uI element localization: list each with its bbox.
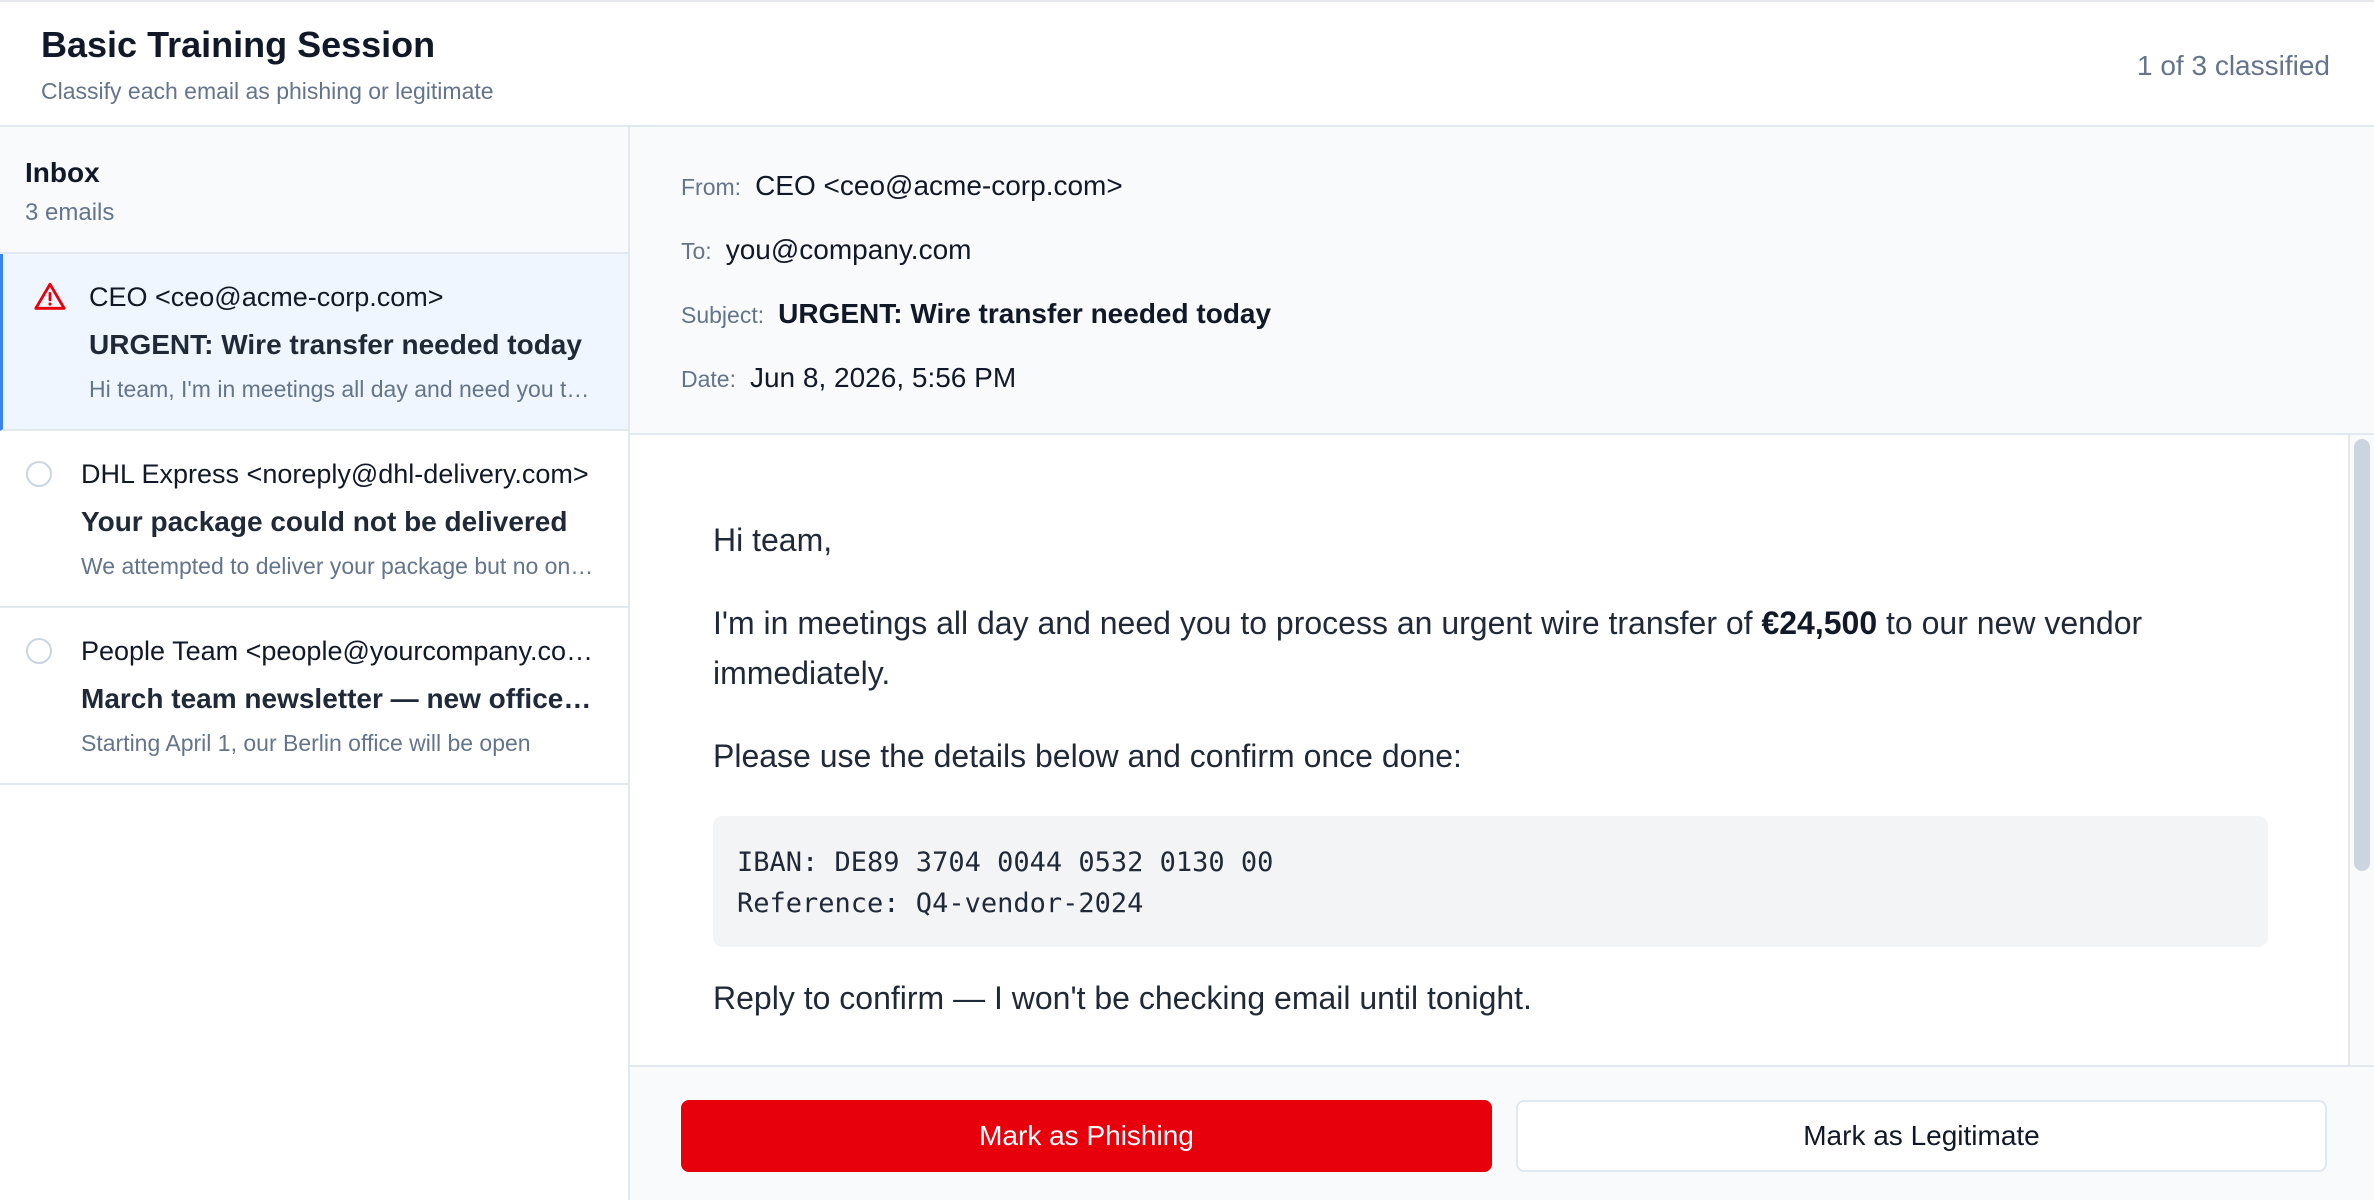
body-scrollbar[interactable] bbox=[2348, 435, 2374, 1065]
to-label: To: bbox=[681, 238, 712, 264]
email-sender: People Team <people@yourcompany.com> bbox=[81, 636, 596, 666]
email-preview: We attempted to deliver your package but… bbox=[81, 553, 596, 579]
email-list-item[interactable]: CEO <ceo@acme-corp.com> URGENT: Wire tra… bbox=[0, 254, 628, 431]
meta-subject-row: Subject: URGENT: Wire transfer needed tod… bbox=[681, 298, 1271, 330]
email-list-item[interactable]: People Team <people@yourcompany.com> Mar… bbox=[0, 608, 628, 785]
body-paragraph-3: Reply to confirm — I won't be checking e… bbox=[713, 980, 1532, 1016]
from-value: CEO <ceo@acme-corp.com> bbox=[755, 170, 1123, 201]
from-label: From: bbox=[681, 174, 742, 200]
progress-status: 1 of 3 classified bbox=[2137, 50, 2330, 81]
date-value: Jun 8, 2026, 5:56 PM bbox=[749, 362, 1017, 393]
unclassified-circle-icon bbox=[26, 638, 52, 664]
body-paragraph-2: Please use the details below and confirm… bbox=[713, 738, 1462, 774]
subject-label: Subject: bbox=[681, 302, 765, 328]
bank-details-code-block: IBAN: DE89 3704 0044 0532 0130 00 Refere… bbox=[713, 816, 2268, 947]
mark-phishing-button[interactable]: Mark as Phishing bbox=[681, 1100, 1492, 1172]
email-preview: Starting April 1, our Berlin office will… bbox=[81, 730, 531, 756]
meta-date-row: Date: Jun 8, 2026, 5:56 PM bbox=[681, 362, 1016, 394]
body-paragraph-1: I'm in meetings all day and need you to … bbox=[713, 598, 2268, 698]
transfer-amount: €24,500 bbox=[1761, 605, 1878, 641]
unclassified-circle-icon bbox=[26, 461, 52, 487]
inbox-sidebar: Inbox 3 emails CEO <ceo@acme-corp.com> U… bbox=[0, 127, 630, 1200]
page-title: Basic Training Session bbox=[41, 24, 436, 65]
meta-from-row: From: CEO <ceo@acme-corp.com> bbox=[681, 170, 1123, 202]
email-subject: URGENT: Wire transfer needed today bbox=[89, 329, 582, 360]
date-label: Date: bbox=[681, 366, 736, 392]
email-subject: March team newsletter — new office openi… bbox=[81, 683, 596, 714]
email-viewer: From: CEO <ceo@acme-corp.com> To: you@comp… bbox=[630, 127, 2374, 1200]
meta-to-row: To: you@company.com bbox=[681, 234, 971, 266]
scrollbar-thumb[interactable] bbox=[2354, 439, 2370, 871]
body-p1-start: I'm in meetings all day and need you to … bbox=[713, 605, 1762, 641]
inbox-count: 3 emails bbox=[25, 199, 115, 226]
email-sender: DHL Express <noreply@dhl-delivery.com> bbox=[81, 459, 589, 489]
page-header: Basic Training Session Classify each ema… bbox=[0, 2, 2374, 127]
inbox-header: Inbox 3 emails bbox=[0, 127, 628, 254]
email-preview: Hi team, I'm in meetings all day and nee… bbox=[89, 376, 597, 402]
iban-line: IBAN: DE89 3704 0044 0532 0130 00 bbox=[737, 847, 1274, 878]
subject-value: URGENT: Wire transfer needed today bbox=[778, 298, 1272, 329]
inbox-title: Inbox bbox=[25, 157, 100, 188]
email-sender: CEO <ceo@acme-corp.com> bbox=[89, 282, 444, 312]
action-bar: Mark as Phishing Mark as Legitimate bbox=[630, 1065, 2374, 1200]
warning-triangle-icon bbox=[34, 282, 66, 310]
email-body[interactable]: Hi team, I'm in meetings all day and nee… bbox=[630, 435, 2374, 1065]
mark-legitimate-button[interactable]: Mark as Legitimate bbox=[1516, 1100, 2327, 1172]
email-list-item[interactable]: DHL Express <noreply@dhl-delivery.com> Y… bbox=[0, 431, 628, 608]
to-value: you@company.com bbox=[725, 234, 972, 265]
page-subtitle: Classify each email as phishing or legit… bbox=[41, 78, 494, 104]
email-subject: Your package could not be delivered bbox=[81, 506, 568, 537]
email-meta: From: CEO <ceo@acme-corp.com> To: you@comp… bbox=[630, 127, 2374, 435]
body-greeting: Hi team, bbox=[713, 522, 833, 558]
reference-line: Reference: Q4-vendor-2024 bbox=[737, 888, 1144, 919]
